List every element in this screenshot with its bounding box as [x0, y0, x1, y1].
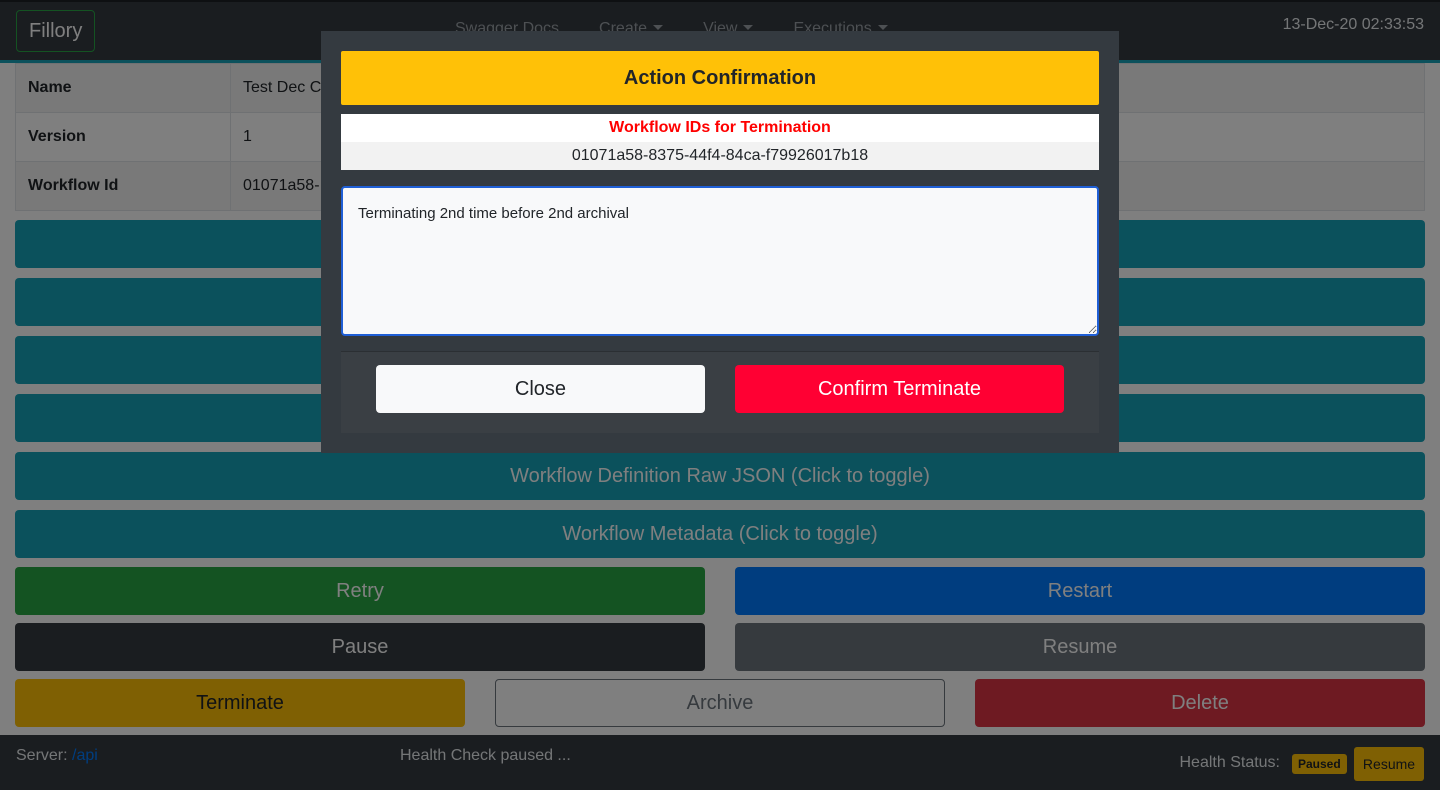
confirm-terminate-button[interactable]: Confirm Terminate	[735, 365, 1064, 413]
modal-title: Action Confirmation	[341, 51, 1099, 105]
modal-footer: Close Confirm Terminate	[341, 351, 1099, 433]
termination-reason-input[interactable]: Terminating 2nd time before 2nd archival	[341, 186, 1099, 336]
workflow-ids-heading: Workflow IDs for Termination	[341, 114, 1099, 142]
close-button[interactable]: Close	[376, 365, 705, 413]
workflow-id-value: 01071a58-8375-44f4-84ca-f79926017b18	[341, 142, 1099, 170]
action-confirmation-modal: Action Confirmation Workflow IDs for Ter…	[321, 31, 1119, 453]
